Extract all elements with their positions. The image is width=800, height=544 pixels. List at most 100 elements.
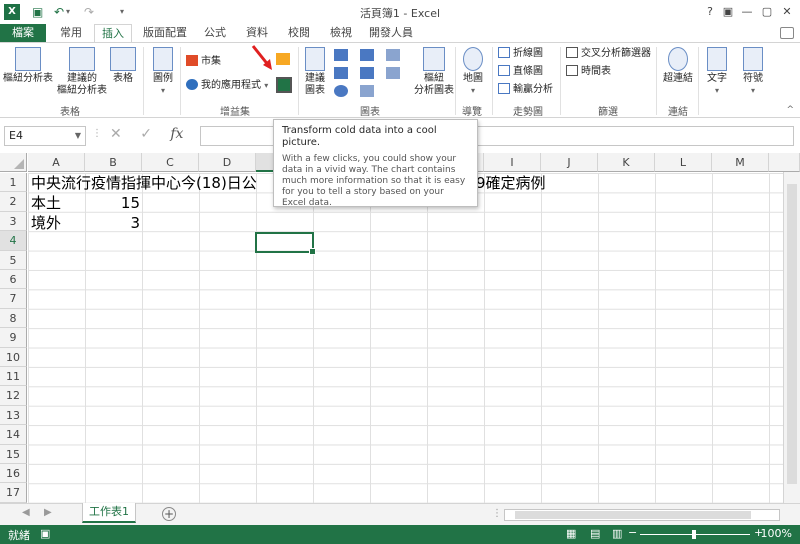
zoom-slider[interactable] [640, 530, 750, 539]
minimize-button[interactable]: — [737, 2, 757, 22]
split-icon[interactable]: ⋮ [492, 508, 502, 519]
column-header-m[interactable]: M [712, 153, 769, 172]
cell-b2[interactable]: 15 [86, 194, 140, 213]
help-icon[interactable]: ? [700, 2, 720, 22]
maximize-button[interactable]: ▢ [757, 2, 777, 22]
row-header-11[interactable]: 11 [0, 367, 27, 387]
people-graph-tooltip: Transform cold data into a cool picture.… [273, 119, 478, 208]
account-icon[interactable] [780, 27, 794, 39]
column-header-c[interactable]: C [142, 153, 199, 172]
store-button[interactable]: 市集 [186, 55, 221, 69]
recommended-charts-button[interactable]: 建議 圖表 [302, 47, 328, 97]
row-header-15[interactable]: 15 [0, 444, 27, 464]
bing-maps-icon[interactable] [276, 53, 290, 65]
enter-icon[interactable]: ✓ [140, 126, 152, 142]
tab-page-layout[interactable]: 版面配置 [140, 24, 190, 42]
scrollbar-thumb[interactable] [787, 184, 797, 484]
table-button[interactable]: 表格 [108, 47, 138, 85]
cancel-icon[interactable]: ✕ [110, 126, 122, 142]
scatter-chart-icon[interactable] [360, 85, 374, 97]
sparkline-line-button[interactable]: 折線圖 [498, 47, 543, 61]
column-header-d[interactable]: D [199, 153, 256, 172]
pivot-chart-button[interactable]: 樞紐 分析圖表 [412, 47, 456, 97]
page-layout-view-icon[interactable]: ▤ [590, 527, 600, 540]
hscroll-thumb[interactable] [515, 511, 751, 519]
row-header-1[interactable]: 1 [0, 173, 27, 193]
sheet-tab-1[interactable]: 工作表1 [82, 503, 136, 523]
ribbon-display-icon[interactable]: ▣ [718, 2, 738, 22]
column-header-l[interactable]: L [655, 153, 712, 172]
select-all-button[interactable] [0, 153, 27, 172]
recommended-pivot-button[interactable]: 建議的 樞紐分析表 [56, 47, 108, 97]
tab-review[interactable]: 校閱 [284, 24, 314, 42]
prev-sheet-icon[interactable]: ◀ [22, 507, 30, 518]
tab-insert[interactable]: 插入 [94, 24, 132, 43]
cell-b3[interactable]: 3 [86, 214, 140, 233]
symbols-button[interactable]: 符號 ▾ [738, 47, 768, 97]
cell-area[interactable] [28, 173, 800, 503]
line-chart-icon[interactable] [334, 67, 348, 79]
hierarchy-chart-icon[interactable] [386, 49, 400, 61]
statistic-chart-icon[interactable] [360, 67, 374, 79]
column-header-b[interactable]: B [85, 153, 142, 172]
insert-function-icon[interactable]: fx [170, 126, 183, 142]
title-bar: X ▣ ↶ ▾ ↷ ▾ 活頁簿1 - Excel ? ▣ — ▢ ✕ [0, 0, 800, 24]
pivot-table-button[interactable]: 樞紐分析表 [2, 47, 54, 85]
zoom-level[interactable]: 100% [761, 527, 792, 540]
name-box[interactable]: E4 ▼ [4, 126, 86, 146]
row-header-12[interactable]: 12 [0, 386, 27, 406]
row-header-5[interactable]: 5 [0, 250, 27, 270]
timeline-button[interactable]: 時間表 [566, 65, 611, 79]
slicer-button[interactable]: 交叉分析篩選器 [566, 47, 651, 61]
tab-view[interactable]: 檢視 [326, 24, 356, 42]
my-apps-button[interactable]: 我的應用程式 ▾ [186, 79, 268, 93]
row-header-13[interactable]: 13 [0, 405, 27, 426]
tab-file[interactable]: 檔案 [0, 24, 46, 42]
row-header-8[interactable]: 8 [0, 308, 27, 329]
row-header-2[interactable]: 2 [0, 192, 27, 212]
row-header-14[interactable]: 14 [0, 425, 27, 445]
zoom-out-icon[interactable]: − [628, 526, 637, 539]
tab-developer[interactable]: 開發人員 [366, 24, 416, 42]
column-header-a[interactable]: A [28, 153, 85, 172]
add-sheet-button[interactable]: + [162, 507, 176, 521]
row-header-6[interactable]: 6 [0, 270, 27, 290]
text-button[interactable]: 文字 ▾ [702, 47, 732, 97]
macro-record-icon[interactable]: ▣ [40, 527, 50, 540]
row-header-17[interactable]: 17 [0, 483, 27, 503]
row-header-9[interactable]: 9 [0, 328, 27, 348]
tab-home[interactable]: 常用 [56, 24, 86, 42]
cell-a1[interactable]: 中央流行疫情指揮中心今(18)日公 [31, 174, 257, 193]
tab-data[interactable]: 資料 [242, 24, 272, 42]
column-chart-icon[interactable] [334, 49, 348, 61]
tab-formulas[interactable]: 公式 [200, 24, 230, 42]
active-cell-e4[interactable] [255, 232, 316, 255]
horizontal-scrollbar[interactable] [504, 509, 780, 521]
chevron-down-icon[interactable]: ▼ [75, 127, 81, 145]
row-header-10[interactable]: 10 [0, 347, 27, 367]
page-break-view-icon[interactable]: ▥ [612, 527, 622, 540]
row-header-4[interactable]: 4 [0, 231, 27, 251]
row-header-16[interactable]: 16 [0, 464, 27, 484]
next-sheet-icon[interactable]: ▶ [44, 507, 52, 518]
vertical-scrollbar[interactable] [783, 172, 800, 503]
column-header-i[interactable]: I [484, 153, 541, 172]
sparkline-column-button[interactable]: 直條圖 [498, 65, 543, 79]
sparkline-winloss-button[interactable]: 輸贏分析 [498, 83, 553, 97]
column-header-j[interactable]: J [541, 153, 598, 172]
hyperlink-button[interactable]: 超連結 [660, 47, 696, 85]
illustrations-button[interactable]: 圖例 ▾ [148, 47, 178, 97]
row-header-3[interactable]: 3 [0, 211, 27, 232]
pie-chart-icon[interactable] [334, 85, 348, 97]
column-header-k[interactable]: K [598, 153, 655, 172]
collapse-ribbon-icon[interactable]: ^ [786, 105, 794, 115]
cell-a2[interactable]: 本土 [31, 194, 61, 213]
waterfall-chart-icon[interactable] [386, 67, 400, 79]
3d-map-button[interactable]: 地圖 ▾ [460, 47, 486, 97]
normal-view-icon[interactable]: ▦ [566, 527, 576, 540]
row-header-7[interactable]: 7 [0, 289, 27, 309]
people-graph-icon[interactable] [276, 77, 292, 93]
cell-a3[interactable]: 境外 [31, 214, 61, 233]
bar-chart-icon[interactable] [360, 49, 374, 61]
close-button[interactable]: ✕ [777, 2, 797, 22]
